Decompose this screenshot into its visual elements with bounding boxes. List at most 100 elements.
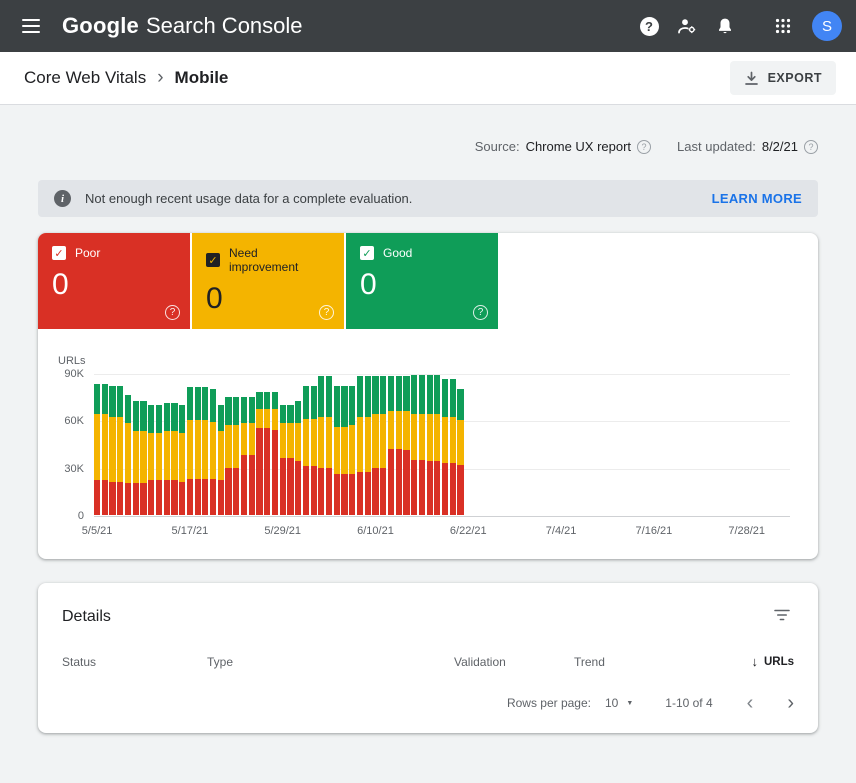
learn-more-link[interactable]: LEARN MORE	[712, 191, 802, 206]
chart-bar[interactable]	[249, 397, 255, 515]
chart-bar[interactable]	[125, 395, 131, 515]
chart-bar[interactable]	[427, 375, 433, 515]
chart-bar[interactable]	[334, 386, 340, 515]
chart-bar[interactable]	[241, 397, 247, 515]
filter-icon	[774, 609, 790, 621]
chart-bar[interactable]	[264, 392, 270, 515]
bar-segment-poor	[311, 466, 317, 515]
chart-bar[interactable]	[272, 392, 278, 515]
chart-bar[interactable]	[365, 376, 371, 515]
filter-button[interactable]	[770, 605, 794, 628]
column-header-type[interactable]: Type	[207, 655, 454, 669]
chart-bar[interactable]	[303, 386, 309, 515]
bar-segment-poor	[140, 483, 146, 515]
tile-header: ✓Poor	[52, 246, 176, 260]
checkbox-checked-icon[interactable]: ✓	[206, 253, 220, 267]
chart-bar[interactable]	[457, 389, 463, 515]
bar-segment-poor	[287, 458, 293, 515]
hamburger-menu-icon[interactable]	[12, 7, 50, 45]
bar-segment-good	[357, 376, 363, 417]
last-updated-help-icon[interactable]: ?	[804, 140, 818, 154]
bar-segment-good	[403, 376, 409, 411]
help-button[interactable]: ?	[630, 7, 668, 45]
help-icon: ?	[640, 17, 659, 36]
chart-bar[interactable]	[318, 376, 324, 515]
chart-bar[interactable]	[388, 376, 394, 515]
chart-bar[interactable]	[187, 387, 193, 515]
chart-bar[interactable]	[156, 405, 162, 515]
column-header-urls[interactable]: ↓ URLs	[689, 654, 794, 669]
chart-bar[interactable]	[403, 376, 409, 515]
chart-bar[interactable]	[326, 376, 332, 515]
chart-bar[interactable]	[280, 405, 286, 515]
chart-bar[interactable]	[256, 392, 262, 515]
bar-segment-good	[233, 397, 239, 425]
column-header-validation[interactable]: Validation	[454, 655, 574, 669]
source-help-icon[interactable]: ?	[637, 140, 651, 154]
chart-bar[interactable]	[233, 397, 239, 515]
chart-bar[interactable]	[311, 386, 317, 515]
chart-bar[interactable]	[419, 375, 425, 515]
chart-bar[interactable]	[341, 386, 347, 515]
status-tile-need-improvement[interactable]: ✓Need improvement0?	[192, 233, 344, 329]
chart-bar[interactable]	[380, 376, 386, 515]
chart-bar[interactable]	[411, 375, 417, 515]
bar-segment-need-improvement	[442, 417, 448, 463]
chart-bar[interactable]	[210, 389, 216, 515]
chart-bar[interactable]	[133, 401, 139, 515]
chart-bar[interactable]	[171, 403, 177, 515]
notifications-button[interactable]	[706, 7, 744, 45]
bar-segment-good	[109, 386, 115, 418]
bar-segment-good	[202, 387, 208, 420]
chart-bar[interactable]	[179, 405, 185, 515]
chart-bar[interactable]	[450, 379, 456, 515]
column-header-trend[interactable]: Trend	[574, 655, 689, 669]
chart-bar[interactable]	[434, 375, 440, 515]
gridline	[94, 516, 790, 517]
tile-help-icon[interactable]: ?	[319, 305, 334, 320]
chart-bar[interactable]	[287, 405, 293, 515]
rows-per-page-select[interactable]: 10 ▼	[605, 696, 633, 710]
bar-segment-good	[349, 386, 355, 425]
chart-bar[interactable]	[94, 384, 100, 515]
bar-segment-good	[341, 386, 347, 427]
chart-bar[interactable]	[357, 376, 363, 515]
chart-bar[interactable]	[102, 384, 108, 515]
info-icon: i	[54, 190, 71, 207]
chart-bar[interactable]	[349, 386, 355, 515]
chart-bar[interactable]	[372, 376, 378, 515]
bar-segment-good	[427, 375, 433, 414]
status-tile-poor[interactable]: ✓Poor0?	[38, 233, 190, 329]
previous-page-button[interactable]: ‹	[747, 693, 754, 713]
chart-bar[interactable]	[202, 387, 208, 515]
chart-bar[interactable]	[442, 379, 448, 515]
chart-bar[interactable]	[218, 405, 224, 515]
breadcrumb-section[interactable]: Core Web Vitals	[24, 68, 146, 88]
checkbox-checked-icon[interactable]: ✓	[52, 246, 66, 260]
chart-bar[interactable]	[396, 376, 402, 515]
urls-column-label: URLs	[764, 656, 794, 668]
google-apps-button[interactable]	[764, 7, 802, 45]
chart-bar[interactable]	[117, 386, 123, 515]
export-button[interactable]: EXPORT	[730, 61, 836, 95]
chart-bar[interactable]	[164, 403, 170, 515]
avatar[interactable]: S	[812, 11, 842, 41]
chart-bar[interactable]	[225, 397, 231, 515]
status-tile-good[interactable]: ✓Good0?	[346, 233, 498, 329]
chart-bar[interactable]	[195, 387, 201, 515]
bar-segment-need-improvement	[264, 409, 270, 428]
tile-help-icon[interactable]: ?	[165, 305, 180, 320]
banner-message: Not enough recent usage data for a compl…	[85, 191, 412, 206]
apps-grid-icon	[775, 18, 791, 34]
column-header-status[interactable]: Status	[62, 655, 207, 669]
manage-accounts-button[interactable]	[668, 7, 706, 45]
chart-bar[interactable]	[140, 401, 146, 515]
next-page-button[interactable]: ›	[787, 693, 794, 713]
chart-bar[interactable]	[295, 401, 301, 515]
tile-help-icon[interactable]: ?	[473, 305, 488, 320]
checkbox-checked-icon[interactable]: ✓	[360, 246, 374, 260]
chart-bar[interactable]	[109, 386, 115, 515]
chart-bar[interactable]	[148, 405, 154, 515]
bar-segment-poor	[334, 474, 340, 515]
app-logo[interactable]: Google Search Console	[62, 13, 303, 39]
